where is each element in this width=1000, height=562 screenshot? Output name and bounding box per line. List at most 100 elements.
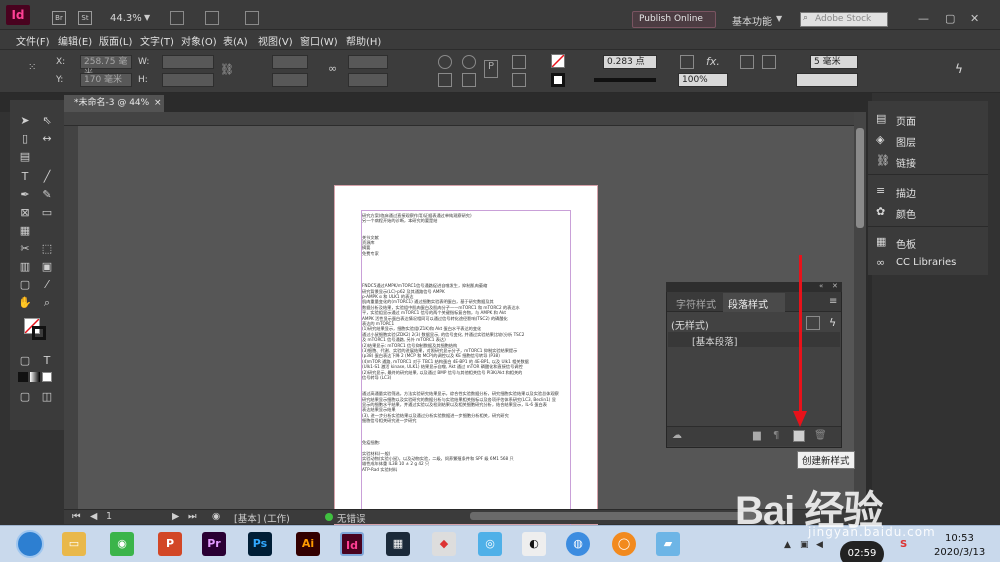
create-new-style-button[interactable] [793, 430, 805, 442]
select-content-icon[interactable] [512, 73, 526, 87]
dock-cc-libraries[interactable]: CC Libraries [896, 257, 956, 268]
document-page[interactable]: 研究方案(临床通过直接观察作用)证据表通过单纯观察研究) 另一个病程开始的诊断，本… [334, 185, 598, 526]
dock-swatches[interactable]: 色板 [896, 236, 916, 251]
zoom-level[interactable]: 44.3% [110, 13, 142, 24]
dock-links[interactable]: 链接 [896, 155, 916, 170]
rotation-field[interactable] [348, 55, 388, 69]
premiere-icon[interactable]: Pr [202, 532, 226, 556]
cloud-library-icon[interactable]: ☁ [672, 430, 682, 441]
selection-tool-icon[interactable]: ➤ [18, 114, 32, 128]
scale-x-field[interactable] [272, 55, 308, 69]
clock-time[interactable]: 10:53 [945, 533, 974, 544]
content-collector-icon[interactable]: ▤ [18, 150, 32, 164]
corner-size-field[interactable]: 5 毫米 [810, 55, 858, 69]
tab-close-icon[interactable]: × [154, 95, 162, 112]
chrome-icon[interactable]: ◍ [566, 532, 590, 556]
p-icon[interactable]: P [484, 60, 498, 78]
apply-gradient-icon[interactable] [30, 372, 40, 382]
menu-file[interactable]: 文件(F) [16, 33, 50, 48]
dock-stroke[interactable]: 描边 [896, 185, 916, 200]
panel-menu-icon[interactable]: ≡ [829, 296, 837, 307]
menu-window[interactable]: 窗口(W) [300, 33, 338, 48]
horizontal-scrollbar-thumb[interactable] [470, 512, 770, 520]
tray-volume-icon[interactable]: ◀ [816, 540, 823, 550]
app-icon-bags[interactable]: ◆ [432, 532, 456, 556]
basic-paragraph-style[interactable]: [基本段落] [692, 334, 737, 348]
start-button-icon[interactable] [16, 530, 44, 558]
formatting-container-icon[interactable]: ▢ [18, 354, 32, 368]
stroke-weight-field[interactable]: 0.283 点 [603, 55, 657, 69]
color-icon[interactable]: ✿ [876, 206, 890, 218]
links-icon[interactable]: ⛓ [876, 155, 890, 167]
reference-point-icon[interactable]: ⁙ [28, 62, 42, 76]
apply-color-icon[interactable] [18, 372, 28, 382]
hand-tool-icon[interactable]: ✋ [18, 296, 32, 310]
tab-character-styles[interactable]: 字符样式 [676, 296, 716, 311]
gradient-swatch-tool-icon[interactable]: ▥ [18, 260, 32, 274]
bridge-button[interactable]: Br [52, 11, 66, 25]
rectangle-tool-icon[interactable]: ▭ [40, 206, 54, 220]
tray-network-icon[interactable]: ▣ [800, 540, 809, 550]
clock-date[interactable]: 2020/3/13 [934, 547, 985, 558]
gap-tool-icon[interactable]: ↔ [40, 132, 54, 146]
workspace-switcher[interactable]: 基本功能 [732, 13, 772, 28]
rotate-ccw-icon[interactable] [462, 55, 476, 69]
close-icon[interactable]: ✕ [970, 12, 979, 25]
wechat-icon[interactable]: ◉ [110, 532, 134, 556]
tray-input-method-icon[interactable]: S [900, 539, 907, 550]
flip-horizontal-icon[interactable] [438, 73, 452, 87]
illustrator-icon[interactable]: Ai [296, 532, 320, 556]
zoom-dropdown-icon[interactable]: ▼ [144, 13, 150, 22]
stroke-color-icon[interactable] [32, 326, 46, 340]
chat-app-icon[interactable]: ◎ [478, 532, 502, 556]
menu-edit[interactable]: 编辑(E) [58, 33, 92, 48]
first-page-icon[interactable]: ⏮ [72, 511, 81, 522]
tab-paragraph-styles[interactable]: 段落样式 [728, 296, 768, 311]
line-tool-icon[interactable]: ╱ [40, 170, 54, 184]
fill-swatch-icon[interactable] [551, 54, 565, 68]
cc-libraries-icon[interactable]: ∞ [876, 257, 890, 269]
direct-selection-tool-icon[interactable]: ⇖ [40, 114, 54, 128]
height-field[interactable] [162, 73, 214, 87]
rectangle-frame-tool-icon[interactable]: ⊠ [18, 206, 32, 220]
zoom-tool-icon[interactable]: ⌕ [40, 296, 54, 310]
gradient-feather-tool-icon[interactable]: ▣ [40, 260, 54, 274]
stroke-type-selector[interactable] [594, 78, 656, 82]
tray-expand-icon[interactable]: ▲ [784, 540, 791, 550]
pen-tool-icon[interactable]: ✒ [18, 188, 32, 202]
apply-none-icon[interactable] [42, 372, 52, 382]
menu-view[interactable]: 视图(V) [258, 33, 293, 48]
corner-shape-selector[interactable] [796, 73, 858, 87]
effects-icon[interactable] [680, 55, 694, 69]
eyedropper-tool-icon[interactable]: ⁄ [40, 278, 54, 292]
page-tool-icon[interactable]: ▯ [18, 132, 32, 146]
dock-layers[interactable]: 图层 [896, 134, 916, 149]
publish-online-button[interactable]: Publish Online [632, 11, 716, 28]
panel-collapse-icon[interactable]: « [819, 282, 823, 290]
swatches-icon[interactable]: ▦ [876, 236, 890, 248]
page-number[interactable]: 1 [106, 511, 112, 522]
clear-overrides-icon[interactable]: ¶ [773, 430, 779, 441]
photoshop-icon[interactable]: Ps [248, 532, 272, 556]
dock-pages[interactable]: 页面 [896, 113, 916, 128]
quick-apply-icon[interactable]: ϟ [955, 62, 963, 76]
flip-vertical-icon[interactable] [462, 73, 476, 87]
link-scale-icon[interactable]: ∞ [328, 62, 337, 75]
video-editor-icon[interactable]: ▦ [386, 532, 410, 556]
scale-y-field[interactable] [272, 73, 308, 87]
folder-icon[interactable]: ▆ [753, 430, 761, 441]
note-tool-icon[interactable]: ▢ [18, 278, 32, 292]
menu-object[interactable]: 对象(O) [181, 33, 217, 48]
stroke-swatch-icon[interactable] [551, 73, 565, 87]
formatting-text-icon[interactable]: T [40, 354, 54, 368]
screen-mode-icon[interactable] [205, 11, 219, 25]
workspace-dropdown-icon[interactable]: ▼ [776, 14, 782, 23]
delete-style-icon[interactable]: 🗑 [814, 430, 827, 441]
indesign-taskbar-icon[interactable]: Id [340, 532, 364, 556]
panel-close-icon[interactable]: ✕ [832, 282, 838, 290]
fx-icon[interactable]: fx. [706, 55, 720, 68]
arrange-documents-icon[interactable] [245, 11, 259, 25]
menu-table[interactable]: 表(A) [223, 33, 248, 48]
stock-button[interactable]: St [78, 11, 92, 25]
file-explorer-icon[interactable]: ▭ [62, 532, 86, 556]
